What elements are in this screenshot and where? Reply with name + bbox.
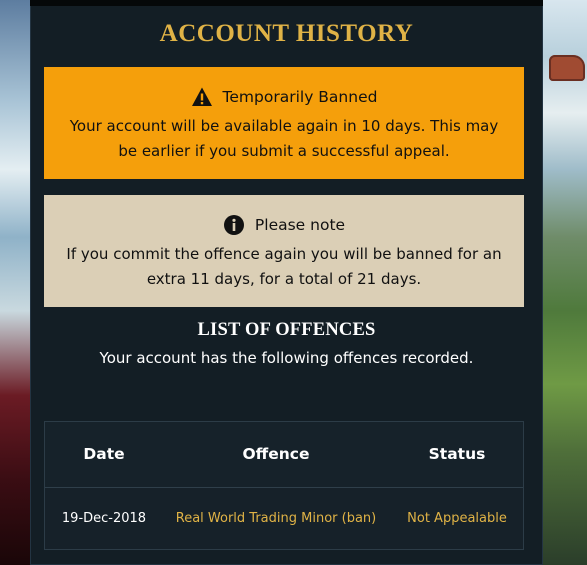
airship-image	[549, 55, 585, 81]
offences-subtitle: Your account has the following offences …	[99, 349, 474, 367]
ban-notice: Temporarily Banned Your account will be …	[44, 67, 524, 179]
background-art-right	[543, 0, 587, 565]
column-header-date: Date	[83, 445, 125, 463]
note-notice-heading: Please note	[254, 215, 346, 234]
note-notice: Please note If you commit the offence ag…	[44, 195, 524, 307]
note-notice-body: If you commit the offence again you will…	[66, 245, 502, 288]
table-row: 19-Dec-2018 Real World Trading Minor (ba…	[45, 488, 523, 550]
panel-top-bar	[30, 0, 543, 6]
ban-notice-body: Your account will be available again in …	[69, 117, 499, 160]
ban-notice-heading: Temporarily Banned	[222, 87, 378, 106]
background-art-left	[0, 0, 30, 565]
offence-date: 19-Dec-2018	[61, 511, 147, 526]
account-history-panel: ACCOUNT HISTORY Temporarily Banned Your …	[30, 0, 543, 565]
note-notice-header: Please note	[44, 213, 524, 237]
ban-notice-header: Temporarily Banned	[44, 85, 524, 109]
offence-name: Real World Trading Minor (ban)	[175, 511, 377, 526]
offences-title: LIST OF OFFENCES	[197, 320, 376, 340]
info-circle-icon	[223, 214, 245, 236]
page-title: ACCOUNT HISTORY	[159, 20, 414, 47]
offences-table: Date Offence Status 19-Dec-2018 Real Wor…	[44, 421, 524, 550]
offence-status: Not Appealable	[407, 511, 507, 526]
column-header-status: Status	[428, 445, 486, 463]
offences-table-header: Date Offence Status	[45, 422, 523, 488]
warning-triangle-icon	[191, 86, 213, 108]
column-header-offence: Offence	[242, 445, 310, 463]
